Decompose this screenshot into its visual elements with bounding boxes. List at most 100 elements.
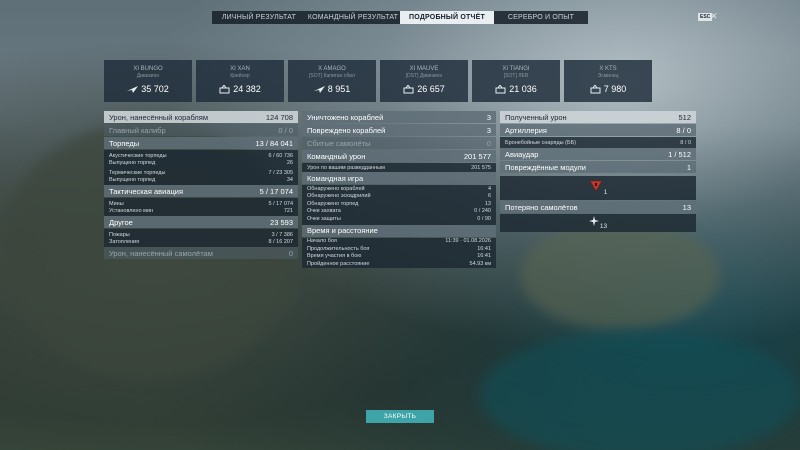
ship-damage-value: 26 657 [417,84,445,94]
results-tab-bar: ЛИЧНЫЙ РЕЗУЛЬТАТ КОМАНДНЫЙ РЕЗУЛЬТАТ ПОД… [212,11,588,24]
plane-icon [313,85,325,93]
row-value: 201 577 [463,151,491,161]
row-value: 3 [486,125,491,135]
battle-start-row: Начало боя 11:39 · 01.08.2026 [302,237,496,245]
row-value: 54.93 км [469,260,491,267]
mines-placed-row: Установлено мин 721 [104,207,298,215]
ship-name: XI TIANGI [502,66,530,72]
tab-team-result[interactable]: КОМАНДНЫЙ РЕЗУЛЬТАТ [306,11,400,24]
ship-subtitle: [DST] Дивизион [405,73,443,79]
planes-shot-row: Сбитые самолёты 0 [302,137,496,149]
row-label: Урон, нанесённый самолётам [109,248,213,258]
team-contribution-panel: Уничтожено кораблей 3 Повреждено кораблей… [302,111,496,268]
artillery-row: Артиллерия 8 / 0 [500,124,696,136]
planes-lost-row: Потеряно самолётов 13 [500,201,696,213]
row-value: 5 / 17 074 [259,186,293,196]
row-value: 8 / 0 [680,139,691,146]
row-label: Уничтожено кораблей [307,112,384,122]
damage-received-row: Полученный урон 512 [500,111,696,123]
close-icon[interactable]: ✕ [710,11,718,22]
ship-name: XI BUNGO [133,66,163,72]
tab-personal-result[interactable]: ЛИЧНЫЙ РЕЗУЛЬТАТ [212,11,306,24]
ship-name: X AMAGO [318,66,346,72]
ship-card[interactable]: XI BUNGO Дивизион 35 702 [104,60,192,102]
row-label: Повреждено кораблей [307,125,386,135]
row-label: Время участия в бою [307,253,362,260]
ship-card[interactable]: XI MAUVE [DST] Дивизион 26 657 [380,60,468,102]
row-label: Повреждённые модули [505,162,586,172]
detected-ships-row: Обнаружено кораблей 4 [302,185,496,193]
row-value: 0 / 0 [278,125,293,135]
damage-dealt-panel: Урон, нанесённый кораблям 124 708 Главный… [104,111,298,260]
ship-name: XI XAN [230,66,250,72]
ship-damage-value: 35 702 [141,84,169,94]
row-value: 5 / 17 074 [268,200,293,207]
acoustic-fired-row: Выпущено торпед 26 [104,159,298,167]
damage-icon [495,84,506,93]
row-label: Полученный урон [505,112,567,122]
row-value: 3 / 7 386 [271,231,293,238]
ship-card[interactable]: XI TIANGI [SOT] ЛЕВ 21 036 [472,60,560,102]
main-battery-row: Главный калибр 0 / 0 [104,124,298,136]
ship-subtitle: Дивизион [136,73,160,79]
row-value: 0 [486,138,491,148]
row-value: 13 / 84 041 [255,138,293,148]
close-button[interactable]: ЗАКРЫТЬ [366,410,434,423]
tactical-aviation-row: Тактическая авиация 5 / 17 074 [104,185,298,197]
time-in-battle-row: Время участия в бою 16:41 [302,252,496,260]
time-distance-header: Время и расстояние [302,224,496,237]
row-value: 11:39 · 01.08.2026 [445,238,491,245]
ship-card[interactable]: X KTS Эсминец 7 980 [564,60,652,102]
row-value: 8 / 0 [676,125,691,135]
tab-detailed-report[interactable]: ПОДРОБНЫЙ ОТЧЁТ [400,11,494,24]
plane-damage-row: Урон, нанесённый самолётам 0 [104,247,298,259]
row-label: Обнаружено торпед [307,200,359,207]
row-value: 0 [288,248,293,258]
detected-squadrons-row: Обнаружено эскадрилий 6 [302,192,496,200]
row-value: 512 [678,112,691,122]
row-label: Урон, нанесённый кораблям [109,112,209,122]
damaged-modules-row: Повреждённые модули 1 [500,161,696,173]
capture-points-row: Очки захвата 0 / 240 [302,207,496,215]
row-value: 3 [486,112,491,122]
row-value: 16:41 [477,245,491,252]
damage-received-panel: Полученный урон 512 Артиллерия 8 / 0 Броне… [500,111,696,174]
row-label: Командный урон [307,151,366,161]
ship-subtitle: [SOT] Капитан сбил [309,73,355,79]
battle-duration-row: Продолжительность боя 16:41 [302,245,496,253]
ship-subtitle: [SOT] ЛЕВ [503,73,529,79]
row-label: Термические торпеды [109,169,166,176]
row-value: 16:41 [477,253,491,260]
row-value: 0 / 90 [477,215,491,222]
ship-name: XI MAUVE [409,66,439,72]
row-value: 201 575 [471,164,491,171]
ship-subtitle: Крейсер [230,73,250,79]
ship-subtitle: Эсминец [597,73,619,79]
team-damage-row: Командный урон 201 577 [302,150,496,162]
section-title: Время и расстояние [307,226,378,235]
team-game-header: Командная игра [302,172,496,184]
background-cliff [520,220,720,330]
ship-damage-value: 21 036 [509,84,537,94]
row-label: Обнаружено эскадрилий [307,193,371,200]
row-label: Пожары [109,231,130,238]
row-label: Выпущено торпед [109,160,156,167]
ship-card[interactable]: XI XAN Крейсер 24 382 [196,60,284,102]
row-value: 23 593 [270,217,293,227]
ships-destroyed-row: Уничтожено кораблей 3 [302,111,496,123]
acoustic-torpedoes-row: Акустические торпеды 6 / 60 736 [104,152,298,160]
planes-lost-count: 13 [599,223,608,230]
row-value: 1 [686,162,691,172]
row-value: 13 [484,200,491,207]
ship-card[interactable]: X AMAGO [SOT] Капитан сбил 8 951 [288,60,376,102]
row-label: Акустические торпеды [109,152,167,159]
detected-torpedoes-row: Обнаружено торпед 13 [302,200,496,208]
section-title: Командная игра [307,173,364,183]
row-label: Очки захвата [307,208,341,215]
airstrike-row: Авиаудар 1 / 512 [500,148,696,160]
row-label: Главный калибр [109,125,166,135]
row-label: Затопления [109,239,140,246]
row-label: Артиллерия [505,125,547,135]
thermal-torpedoes-row: Термические торпеды 7 / 23 305 [104,169,298,177]
tab-credits-and-xp[interactable]: СЕРЕБРО И ОПЫТ [494,11,588,24]
